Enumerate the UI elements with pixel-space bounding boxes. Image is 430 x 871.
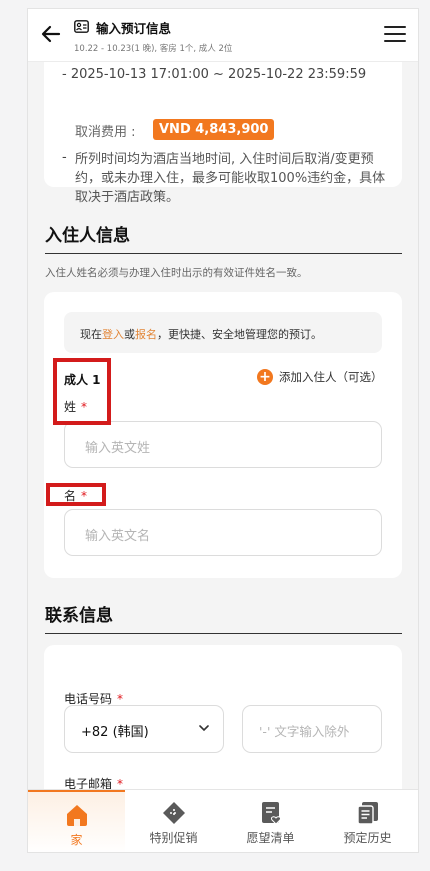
guest-section-note: 入住人姓名必须与办理入住时出示的有效证件姓名一致。 [45,267,308,279]
country-code-select[interactable]: +82 (韩国) [64,705,224,753]
history-icon [357,802,378,825]
hamburger-menu-icon[interactable] [384,24,406,44]
ticket-icon [163,802,185,824]
login-suffix: ，更快捷、安全地管理您的预订。 [157,328,322,341]
nav-item-history[interactable]: 预定历史 [319,790,416,852]
cancellation-period: - 2025-10-13 17:01:00 ~ 2025-10-22 23:59… [62,67,367,82]
cancellation-card: - 2025-10-13 17:01:00 ~ 2025-10-22 23:59… [44,49,402,205]
nav-label-wishlist: 愿望清单 [246,831,295,845]
login-or: 或 [124,328,135,341]
login-prefix: 现在 [80,328,102,341]
contact-section-title: 联系信息 [45,606,113,626]
chevron-down-icon [199,725,209,732]
cancellation-fee-label: 取消费用 : [75,125,136,140]
app-frame: - 2025-10-13 17:01:00 ~ 2025-10-22 23:59… [27,8,419,853]
highlight-box-given-name [46,483,106,506]
phone-input[interactable]: '-' 文字输入除外 [242,705,382,753]
cancellation-policy: 所列时间均为酒店当地时间, 入住时间后取消/变更预约，或未办理入住，最多可能收取… [75,152,386,205]
bottom-nav: 家 特别促销 愿望清单 预定历史 [28,789,418,852]
guest-card: 现在登入或报名，更快捷、安全地管理您的预订。 成人 1 + 添加入住人（可选） … [44,292,402,578]
nav-item-home[interactable]: 家 [28,790,125,852]
guest-section-title: 入住人信息 [45,226,130,246]
first-name-input[interactable]: 输入英文名 [64,509,382,556]
nav-label-home: 家 [70,833,83,847]
home-icon [67,805,87,826]
id-card-icon [74,20,89,33]
nav-label-promotions: 特别促销 [149,831,198,845]
arrow-left-icon[interactable] [40,23,62,45]
nav-label-history: 预定历史 [343,831,392,845]
signup-link[interactable]: 报名 [135,328,157,341]
plus-icon: + [257,369,273,385]
page-header: 输入预订信息 10.22 - 10.23(1 晚), 客房 1个, 成人 2位 [28,9,418,62]
nav-item-wishlist[interactable]: 愿望清单 [222,790,319,852]
add-guest-label: 添加入住人（可选） [279,370,383,384]
login-link[interactable]: 登入 [102,328,124,341]
last-name-input[interactable]: 输入英文姓 [64,421,382,468]
page-title: 输入预订信息 [96,21,172,36]
highlight-box-adult-surname [53,358,111,425]
cancellation-fee-badge: VND 4,843,900 [153,119,275,140]
booking-summary: 10.22 - 10.23(1 晚), 客房 1个, 成人 2位 [74,44,233,54]
contact-section-divider [45,633,402,634]
contact-card: 电话号码 * +82 (韩国) '-' 文字输入除外 电子邮箱 * [44,645,402,805]
add-guest-button[interactable]: + 添加入住人（可选） [257,369,383,385]
guest-section-divider [45,253,402,254]
login-prompt: 现在登入或报名，更快捷、安全地管理您的预订。 [64,312,382,353]
policy-dash: - [62,150,67,165]
nav-item-promotions[interactable]: 特别促销 [125,790,222,852]
country-code-value: +82 (韩国) [81,725,149,740]
wishlist-icon [262,802,282,825]
